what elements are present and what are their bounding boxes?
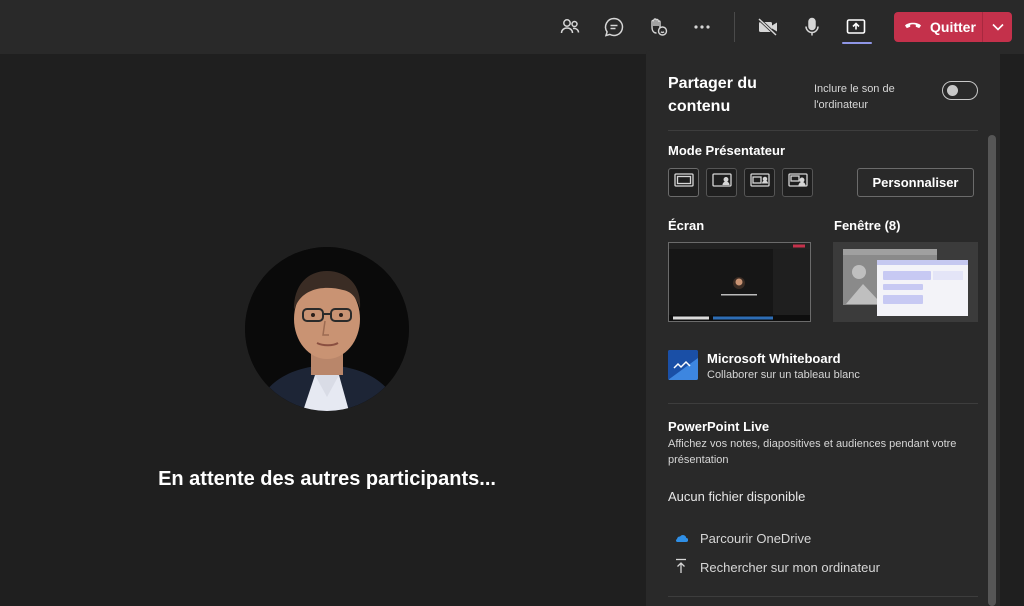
share-active-indicator [842,42,872,44]
no-file-label: Aucun fichier disponible [668,489,806,504]
reporter-icon [787,173,808,192]
panel-scrollbar-thumb[interactable] [988,135,996,606]
mode-standout-button[interactable] [706,168,737,197]
whiteboard-title: Microsoft Whiteboard [707,351,841,366]
chevron-down-icon [991,18,1004,36]
customize-button[interactable]: Personnaliser [857,168,974,197]
hangup-icon [904,18,922,36]
panel-title: Partager du contenu [668,75,757,115]
more-icon[interactable] [688,13,716,41]
whiteboard-subtitle: Collaborer sur un tableau blanc [707,369,860,381]
powerpoint-live-section: PowerPoint Live Affichez vos notes, diap… [668,419,968,468]
microphone-icon[interactable] [798,13,826,41]
quit-main-area[interactable]: Quitter [894,12,982,42]
share-icon[interactable] [842,13,870,41]
powerpoint-title: PowerPoint Live [668,419,770,434]
raise-hand-icon[interactable] [644,13,672,41]
mode-reporter-button[interactable] [782,168,813,197]
screen-thumbnail[interactable] [668,242,811,322]
include-sound-toggle[interactable] [942,81,978,100]
toggle-knob [947,85,958,96]
standout-icon [711,173,732,192]
browse-onedrive-label: Parcourir OneDrive [700,531,812,546]
divider [668,403,978,404]
mode-content-only-button[interactable] [668,168,699,197]
presenter-mode-heading: Mode Présentateur [668,143,786,158]
content-only-icon [673,173,694,192]
chat-icon[interactable] [600,13,628,41]
search-computer-link[interactable]: Rechercher sur mon ordinateur [674,558,880,577]
screen-heading: Écran [668,218,705,233]
quit-button[interactable]: Quitter [894,12,1012,42]
quit-dropdown[interactable] [983,18,1012,36]
participants-icon[interactable] [556,13,584,41]
mode-side-by-side-button[interactable] [744,168,775,197]
powerpoint-subtitle: Affichez vos notes, diapositives et audi… [668,438,957,466]
toolbar-divider [734,12,735,42]
meeting-toolbar: Quitter [0,0,1024,54]
upload-icon [674,558,692,577]
camera-off-icon[interactable] [754,13,782,41]
whiteboard-icon [668,350,698,380]
window-thumbnail[interactable] [833,242,978,322]
include-sound-label: Inclure le son de l'ordinateur [814,83,895,111]
window-heading: Fenêtre (8) [834,218,901,233]
side-by-side-icon [749,173,770,192]
divider [668,130,978,131]
search-computer-label: Rechercher sur mon ordinateur [700,560,880,575]
avatar [245,247,409,411]
onedrive-icon [674,531,692,546]
waiting-message: En attente des autres participants... [158,468,496,490]
browse-onedrive-link[interactable]: Parcourir OneDrive [674,531,811,546]
share-content-panel [646,50,1000,606]
whiteboard-item[interactable]: Microsoft Whiteboard Collaborer sur un t… [707,351,860,383]
divider [668,596,978,597]
quit-label: Quitter [930,19,976,35]
